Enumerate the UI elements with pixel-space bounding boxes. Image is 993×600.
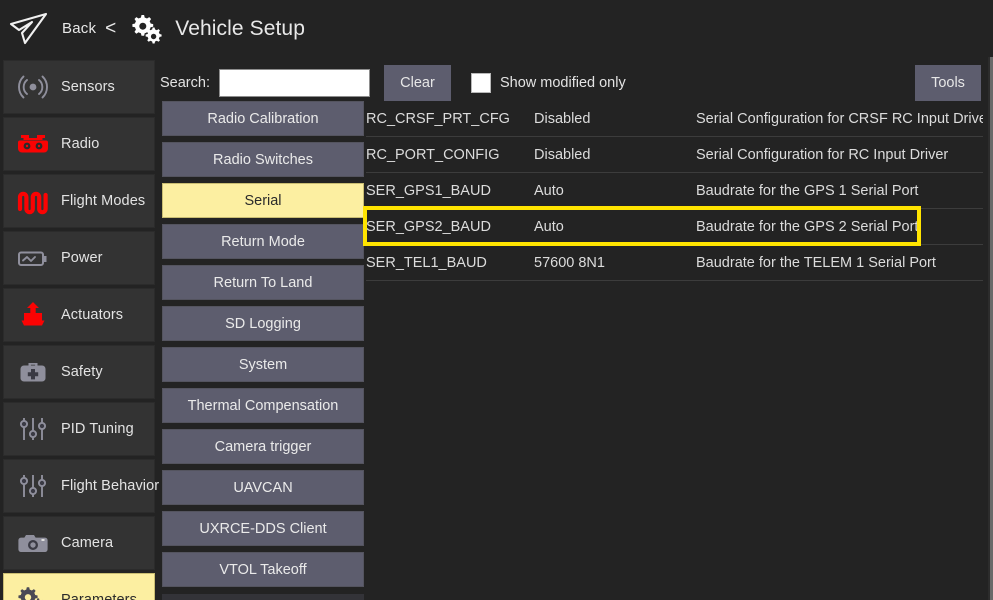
parameter-value: Auto	[534, 219, 696, 235]
parameter-search-row: Search: Clear Show modified only Tools	[160, 63, 993, 103]
parameter-group-label: Camera trigger	[215, 439, 312, 455]
search-input[interactable]	[219, 69, 370, 97]
sidebar-item-parameters[interactable]: Parameters	[3, 573, 155, 600]
parameter-group-label: VTOL Takeoff	[219, 562, 306, 578]
sidebar-item-label: Flight Behavior	[61, 478, 159, 494]
sidebar-item-flight-behavior[interactable]: Flight Behavior	[3, 459, 155, 513]
parameter-name: SER_GPS1_BAUD	[366, 183, 534, 199]
gears-icon	[128, 13, 164, 45]
page-title: Vehicle Setup	[175, 17, 305, 41]
parameter-value: Disabled	[534, 147, 696, 163]
parameter-row[interactable]: SER_GPS2_BAUDAutoBaudrate for the GPS 2 …	[366, 209, 983, 245]
parameter-value: 57600 8N1	[534, 255, 696, 271]
parameter-group-item[interactable]: System	[162, 347, 364, 382]
parameter-group-label: Return Mode	[221, 234, 305, 250]
parameter-group-item[interactable]: UAVCAN	[162, 470, 364, 505]
parameter-group-label: Serial	[244, 193, 281, 209]
parameter-description: Serial Configuration for RC Input Driver	[696, 147, 983, 163]
parameter-table[interactable]: RC_CRSF_PRT_CFGDisabledSerial Configurat…	[366, 101, 983, 600]
parameter-group-label: Thermal Compensation	[188, 398, 339, 414]
parameter-group-item[interactable]: Radio Calibration	[162, 101, 364, 136]
parameter-group-item[interactable]: Radio Switches	[162, 142, 364, 177]
sidebar-item-label: Sensors	[61, 79, 115, 95]
parameter-value: Disabled	[534, 111, 696, 127]
sliders-icon	[14, 412, 52, 446]
parameter-description: Baudrate for the TELEM 1 Serial Port	[696, 255, 983, 271]
setup-sidebar: Sensors Radio F	[3, 60, 155, 600]
sidebar-item-label: Radio	[61, 136, 99, 152]
parameter-group-list[interactable]: Radio Calibration Radio Switches Serial Ret…	[162, 101, 364, 600]
parameter-group-item[interactable]: Camera trigger	[162, 429, 364, 464]
flight-modes-icon	[14, 184, 52, 218]
parameter-row[interactable]: RC_CRSF_PRT_CFGDisabledSerial Configurat…	[366, 101, 983, 137]
sidebar-item-sensors[interactable]: Sensors	[3, 60, 155, 114]
parameter-group-item[interactable]: Serial	[162, 183, 364, 218]
parameter-row[interactable]: SER_TEL1_BAUD57600 8N1Baudrate for the T…	[366, 245, 983, 281]
clear-button[interactable]: Clear	[384, 65, 451, 101]
tools-button[interactable]: Tools	[915, 65, 981, 101]
search-label: Search:	[160, 75, 210, 91]
sidebar-item-radio[interactable]: Radio	[3, 117, 155, 171]
parameter-group-item[interactable]: Thermal Compensation	[162, 388, 364, 423]
sidebar-item-label: Camera	[61, 535, 113, 551]
sidebar-item-pid-tuning[interactable]: PID Tuning	[3, 402, 155, 456]
parameter-group-label: SD Logging	[225, 316, 301, 332]
parameter-row[interactable]: SER_GPS1_BAUDAutoBaudrate for the GPS 1 …	[366, 173, 983, 209]
sidebar-item-actuators[interactable]: Actuators	[3, 288, 155, 342]
back-label[interactable]: Back	[62, 20, 96, 37]
safety-kit-icon	[14, 355, 52, 389]
sidebar-item-label: Safety	[61, 364, 103, 380]
sidebar-item-label: Actuators	[61, 307, 123, 323]
parameter-group-item[interactable]: Return To Land	[162, 265, 364, 300]
parameter-group-label: Return To Land	[214, 275, 313, 291]
parameter-description: Serial Configuration for CRSF RC Input D…	[696, 111, 983, 127]
sidebar-item-label: Power	[61, 250, 103, 266]
paper-plane-icon[interactable]	[8, 12, 50, 46]
parameter-value: Auto	[534, 183, 696, 199]
parameter-name: SER_GPS2_BAUD	[366, 219, 534, 235]
sidebar-item-safety[interactable]: Safety	[3, 345, 155, 399]
group-list-overflow-sliver	[162, 594, 364, 600]
parameter-group-label: System	[239, 357, 287, 373]
sensors-icon	[14, 70, 52, 104]
sliders-icon	[14, 469, 52, 503]
parameter-group-item[interactable]: UXRCE-DDS Client	[162, 511, 364, 546]
top-toolbar: Back < Vehicle Setup	[0, 0, 993, 57]
parameter-group-label: UXRCE-DDS Client	[199, 521, 326, 537]
parameter-group-label: Radio Calibration	[207, 111, 318, 127]
parameter-group-item[interactable]: Return Mode	[162, 224, 364, 259]
parameter-group-item[interactable]: VTOL Takeoff	[162, 552, 364, 587]
parameter-description: Baudrate for the GPS 2 Serial Port	[696, 219, 983, 235]
camera-icon	[14, 526, 52, 560]
power-battery-icon	[14, 241, 52, 275]
sidebar-item-power[interactable]: Power	[3, 231, 155, 285]
parameter-description: Baudrate for the GPS 1 Serial Port	[696, 183, 983, 199]
parameter-name: RC_PORT_CONFIG	[366, 147, 534, 163]
parameter-group-label: UAVCAN	[233, 480, 292, 496]
actuators-icon	[14, 298, 52, 332]
parameter-row[interactable]: RC_PORT_CONFIGDisabledSerial Configurati…	[366, 137, 983, 173]
back-chevron-icon[interactable]: <	[105, 19, 116, 38]
radio-icon	[14, 127, 52, 161]
sidebar-item-flight-modes[interactable]: Flight Modes	[3, 174, 155, 228]
parameter-group-item[interactable]: SD Logging	[162, 306, 364, 341]
sidebar-item-label: Flight Modes	[61, 193, 145, 209]
gears-icon	[14, 583, 52, 600]
sidebar-item-camera[interactable]: Camera	[3, 516, 155, 570]
sidebar-item-label: PID Tuning	[61, 421, 134, 437]
vehicle-setup-window: Back < Vehicle Setup	[0, 0, 993, 600]
parameter-name: SER_TEL1_BAUD	[366, 255, 534, 271]
parameter-group-label: Radio Switches	[213, 152, 313, 168]
sidebar-item-label: Parameters	[61, 592, 137, 600]
show-modified-only-checkbox[interactable]: Show modified only	[471, 73, 626, 93]
parameter-name: RC_CRSF_PRT_CFG	[366, 111, 534, 127]
checkbox-box[interactable]	[471, 73, 491, 93]
show-modified-only-label: Show modified only	[500, 75, 626, 91]
